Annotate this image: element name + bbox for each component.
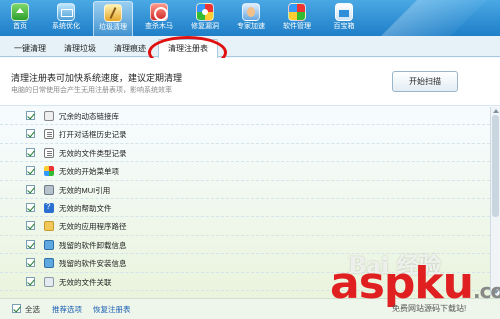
app-icon <box>44 258 54 269</box>
list-item[interactable]: 残留的软件卸载信息 <box>0 236 490 255</box>
tab-clean-registry[interactable]: 清理注册表 <box>158 39 218 58</box>
patch-fix-icon <box>196 3 214 21</box>
item-label: 无效的开始菜单项 <box>59 167 119 177</box>
gear-icon <box>44 184 54 195</box>
toolbar-label: 查杀木马 <box>145 23 173 30</box>
item-label: 无效的文件类型记录 <box>59 148 127 158</box>
item-checkbox[interactable] <box>26 147 35 157</box>
page-title: 清理注册表可加快系统速度，建议定期清理 <box>11 73 183 83</box>
item-label: 无效的帮助文件 <box>59 204 112 213</box>
broom-icon <box>104 4 122 22</box>
toolbar-expert-speedup-button[interactable]: 专家加速 <box>233 1 269 36</box>
select-all-label[interactable]: 全选 <box>25 304 40 315</box>
toolbar-software-manager-button[interactable]: 软件管理 <box>279 1 315 36</box>
app-icon <box>44 239 54 250</box>
tab-clean-junk[interactable]: 清理垃圾 <box>54 39 106 57</box>
toolbar-system-optimize-button[interactable]: 系统优化 <box>48 1 84 36</box>
home-icon <box>11 3 29 21</box>
list-item[interactable]: 无效的文件关联 <box>0 273 490 291</box>
toolbar-toolbox-button[interactable]: 百宝箱 <box>326 1 362 36</box>
item-checkbox[interactable] <box>26 184 35 194</box>
tab-clean-traces[interactable]: 清理痕迹 <box>104 39 156 57</box>
list-item[interactable]: 冗余的动态链接库 <box>0 107 490 126</box>
toolbar-label: 百宝箱 <box>333 23 355 30</box>
scrollbar-thumb[interactable] <box>492 115 499 217</box>
restore-registry-link[interactable]: 恢复注册表 <box>93 304 131 315</box>
list-item[interactable]: 残留的软件安装信息 <box>0 254 490 273</box>
item-label: 打开对话框历史记录 <box>59 130 127 140</box>
tab-one-click-clean[interactable]: 一键清理 <box>4 39 56 57</box>
item-label: 无效的MUI引用 <box>59 185 111 195</box>
chain-link-icon <box>44 111 54 121</box>
toolbox-icon <box>335 3 353 21</box>
list-item[interactable]: 无效的MUI引用 <box>0 181 490 199</box>
file-icon <box>44 276 54 287</box>
toolbar-patch-fix-button[interactable]: 修复漏洞 <box>187 1 223 36</box>
item-label: 残留的软件卸载信息 <box>59 240 127 250</box>
item-checkbox[interactable] <box>26 166 35 176</box>
list-item[interactable]: 无效的帮助文件 <box>0 199 490 218</box>
list-scrollbar[interactable] <box>490 107 500 296</box>
main-toolbar: 首页 系统优化 垃圾清理 查杀木马 修复漏洞 专家加速 软件管理 百宝箱 <box>0 0 500 36</box>
toolbar-label: 专家加速 <box>237 23 265 30</box>
item-checkbox[interactable] <box>26 239 35 249</box>
footer-bar: 全选 推荐选项 恢复注册表 <box>0 298 500 319</box>
toolbar-label: 修复漏洞 <box>191 23 219 30</box>
item-checkbox[interactable] <box>26 129 35 139</box>
list-item[interactable]: 打开对话框历史记录 <box>0 125 490 144</box>
document-icon <box>44 147 54 158</box>
scroll-up-arrow-icon[interactable] <box>493 109 499 113</box>
help-icon <box>44 202 54 213</box>
start-scan-button[interactable]: 开始扫描 <box>392 71 458 92</box>
toolbar-home-button[interactable]: 首页 <box>2 1 38 36</box>
toolbar-junk-clean-button[interactable]: 垃圾清理 <box>93 1 133 36</box>
list-item[interactable]: 无效的应用程序路径 <box>0 217 490 236</box>
system-optimize-icon <box>57 3 75 21</box>
toolbar-label: 垃圾清理 <box>99 24 127 31</box>
item-checkbox[interactable] <box>26 111 35 120</box>
registry-header: 清理注册表可加快系统速度，建议定期清理 电脑的日常使用会产生无用注册表项，影响系… <box>0 58 500 106</box>
item-checkbox[interactable] <box>26 258 35 268</box>
list-item[interactable]: 无效的开始菜单项 <box>0 162 490 181</box>
list-item[interactable]: 无效的文件类型记录 <box>0 144 490 163</box>
item-checkbox[interactable] <box>26 203 35 212</box>
trojan-scan-icon <box>150 3 168 21</box>
item-label: 无效的文件关联 <box>59 277 112 287</box>
item-label: 冗余的动态链接库 <box>59 112 119 121</box>
kite-decoration <box>370 0 500 36</box>
item-label: 无效的应用程序路径 <box>59 222 127 232</box>
expert-speedup-icon <box>242 3 260 21</box>
toolbar-label: 首页 <box>13 23 27 30</box>
scroll-down-arrow-icon[interactable] <box>493 290 499 294</box>
recommended-options-link[interactable]: 推荐选项 <box>52 304 82 315</box>
select-all-checkbox[interactable] <box>12 304 21 313</box>
toolbar-trojan-scan-button[interactable]: 查杀木马 <box>141 1 177 36</box>
item-checkbox[interactable] <box>26 221 35 231</box>
folder-icon <box>44 221 54 232</box>
document-icon <box>44 129 54 140</box>
item-label: 残留的软件安装信息 <box>59 259 127 269</box>
tab-bar: 一键清理 清理垃圾 清理痕迹 清理注册表 <box>0 36 500 58</box>
page-subtitle: 电脑的日常使用会产生无用注册表项，影响系统效率 <box>11 87 172 94</box>
software-manager-icon <box>288 3 306 21</box>
registry-item-list: 冗余的动态链接库 打开对话框历史记录 无效的文件类型记录 无效的开始菜单项 无效… <box>0 107 490 296</box>
windows-start-icon <box>44 166 54 177</box>
item-checkbox[interactable] <box>26 276 35 286</box>
toolbar-label: 系统优化 <box>52 23 80 30</box>
toolbar-label: 软件管理 <box>283 23 311 30</box>
